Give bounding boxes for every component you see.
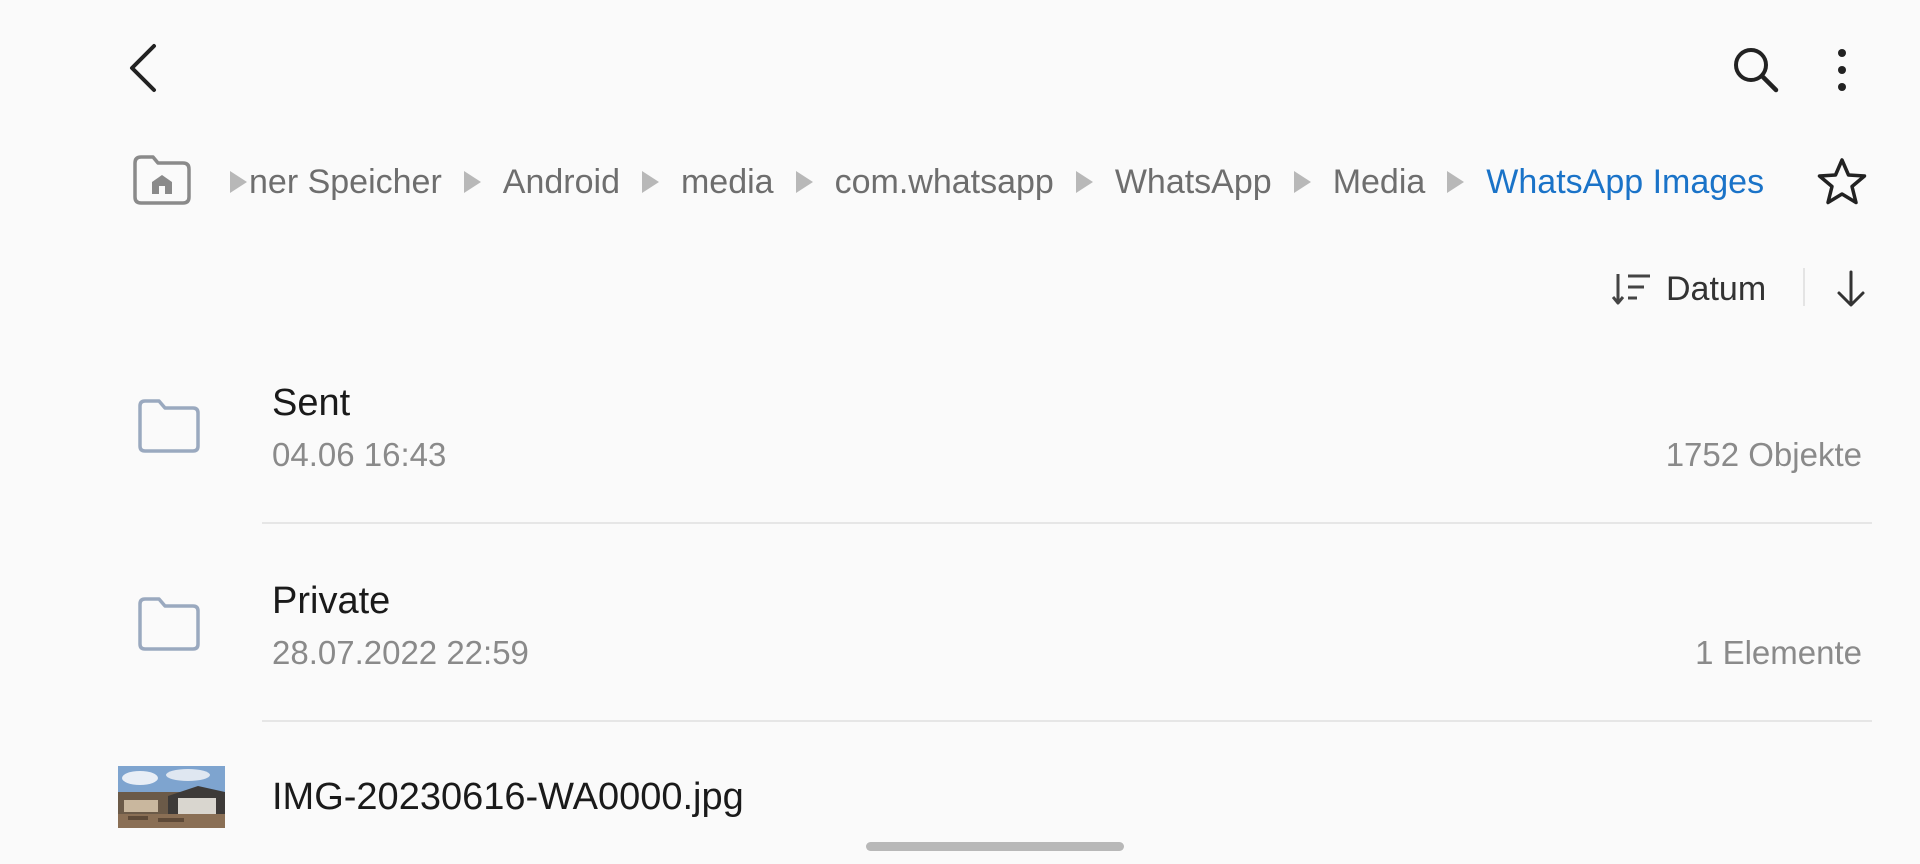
breadcrumb-item-media-lower[interactable]: media [681, 163, 774, 202]
breadcrumb-item-media[interactable]: Media [1333, 163, 1426, 202]
breadcrumb-item-internal-storage[interactable]: ner Speicher [249, 163, 442, 202]
navigation-handle[interactable] [866, 842, 1124, 851]
sort-direction-button[interactable] [1822, 264, 1880, 314]
divider [262, 522, 1872, 524]
breadcrumb-separator-icon [1293, 171, 1311, 193]
divider [1803, 268, 1805, 306]
breadcrumb-separator-icon [230, 171, 247, 193]
home-storage-button[interactable] [130, 152, 194, 208]
breadcrumb-separator-icon [463, 171, 481, 193]
breadcrumb-separator-icon [795, 171, 813, 193]
more-vert-icon [1838, 49, 1846, 91]
breadcrumb-item-whatsapp[interactable]: WhatsApp [1115, 163, 1272, 202]
breadcrumb-separator-icon [1447, 171, 1465, 193]
search-button[interactable] [1724, 38, 1788, 102]
sort-button[interactable]: Datum [1612, 262, 1766, 316]
back-button[interactable] [112, 36, 176, 100]
item-date: 28.07.2022 22:59 [272, 634, 529, 671]
sort-label: Datum [1666, 269, 1767, 308]
item-count: 1752 Objekte [1665, 436, 1862, 473]
favorite-button[interactable] [1812, 152, 1872, 212]
item-name: Private [272, 580, 391, 622]
item-count: 1 Elemente [1695, 634, 1862, 671]
image-thumbnail [118, 766, 225, 828]
divider [262, 720, 1872, 722]
item-name: Sent [272, 382, 351, 424]
breadcrumb-item-current[interactable]: WhatsApp Images [1486, 163, 1764, 202]
breadcrumb-separator-icon [641, 171, 659, 193]
sort-icon [1612, 274, 1650, 305]
chevron-left-icon [130, 44, 156, 92]
folder-icon [138, 597, 200, 651]
breadcrumb-separator-icon [1075, 171, 1093, 193]
home-folder-icon [133, 155, 191, 205]
breadcrumb-item-com-whatsapp[interactable]: com.whatsapp [835, 163, 1054, 202]
breadcrumb-item-android[interactable]: Android [503, 163, 620, 202]
search-icon [1734, 48, 1779, 93]
item-name: IMG-20230616-WA0000.jpg [272, 776, 744, 818]
arrow-down-icon [1837, 270, 1865, 307]
star-outline-icon [1817, 158, 1867, 205]
breadcrumb: ner Speicher Android media com.whatsapp … [226, 152, 1786, 212]
more-options-button[interactable] [1812, 38, 1872, 102]
item-date: 04.06 16:43 [272, 436, 447, 473]
folder-icon [138, 399, 200, 453]
